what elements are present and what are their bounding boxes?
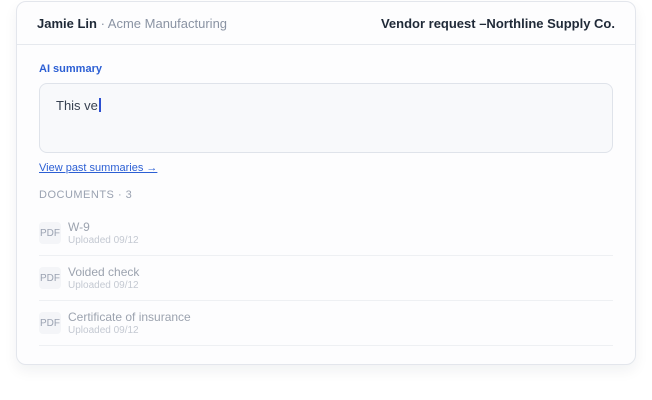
requester-company: · Acme Manufacturing — [96, 15, 228, 31]
requester-info: Jamie Lin · Acme Manufacturing — [37, 16, 227, 31]
vendor-request-card: Jamie Lin · Acme Manufacturing Vendor re… — [16, 1, 636, 365]
document-text: Certificate of insurance Uploaded 09/12 — [68, 310, 191, 336]
card-body: AI summary This ve View past summaries →… — [17, 45, 635, 346]
document-text: Voided check Uploaded 09/12 — [68, 265, 139, 291]
document-item-voided-check[interactable]: PDF Voided check Uploaded 09/12 — [39, 256, 613, 301]
ai-summary-text: This ve — [56, 98, 98, 113]
document-uploaded: Uploaded 09/12 — [68, 280, 139, 291]
document-item-w9[interactable]: PDF W-9 Uploaded 09/12 — [39, 211, 613, 256]
document-name: Certificate of insurance — [68, 310, 191, 324]
requester-name: Jamie Lin — [37, 15, 97, 31]
pdf-icon: PDF — [39, 312, 61, 334]
document-text: W-9 Uploaded 09/12 — [68, 220, 139, 246]
ai-summary-label: AI summary — [39, 63, 102, 75]
pdf-icon: PDF — [39, 267, 61, 289]
pdf-icon: PDF — [39, 222, 61, 244]
documents-heading: DOCUMENTS · 3 — [39, 189, 133, 201]
document-name: W-9 — [68, 220, 90, 234]
view-past-summaries-link[interactable]: View past summaries → — [39, 162, 157, 174]
text-caret — [98, 98, 101, 112]
ai-summary-input[interactable]: This ve — [39, 83, 613, 153]
document-uploaded: Uploaded 09/12 — [68, 235, 139, 246]
document-item-certificate-of-insurance[interactable]: PDF Certificate of insurance Uploaded 09… — [39, 301, 613, 346]
documents-list: PDF W-9 Uploaded 09/12 PDF Voided check … — [39, 211, 613, 346]
request-title: Vendor request –Northline Supply Co. — [380, 15, 615, 31]
document-uploaded: Uploaded 09/12 — [68, 325, 139, 336]
document-name: Voided check — [68, 265, 140, 279]
card-header: Jamie Lin · Acme Manufacturing Vendor re… — [17, 2, 635, 45]
